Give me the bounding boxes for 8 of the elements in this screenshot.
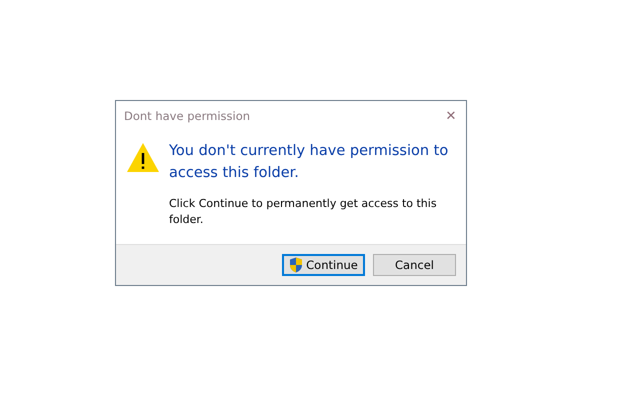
shield-icon bbox=[289, 257, 304, 273]
warning-icon bbox=[126, 142, 160, 173]
cancel-button[interactable]: Cancel bbox=[373, 254, 456, 276]
message-heading: You don't currently have permission to access this folder. bbox=[169, 142, 450, 183]
continue-button[interactable]: Continue bbox=[282, 254, 365, 276]
window-title: Dont have permission bbox=[124, 109, 250, 123]
close-icon[interactable]: ✕ bbox=[444, 108, 458, 124]
message-text: Click Continue to permanently get access to this folder. bbox=[169, 196, 438, 228]
